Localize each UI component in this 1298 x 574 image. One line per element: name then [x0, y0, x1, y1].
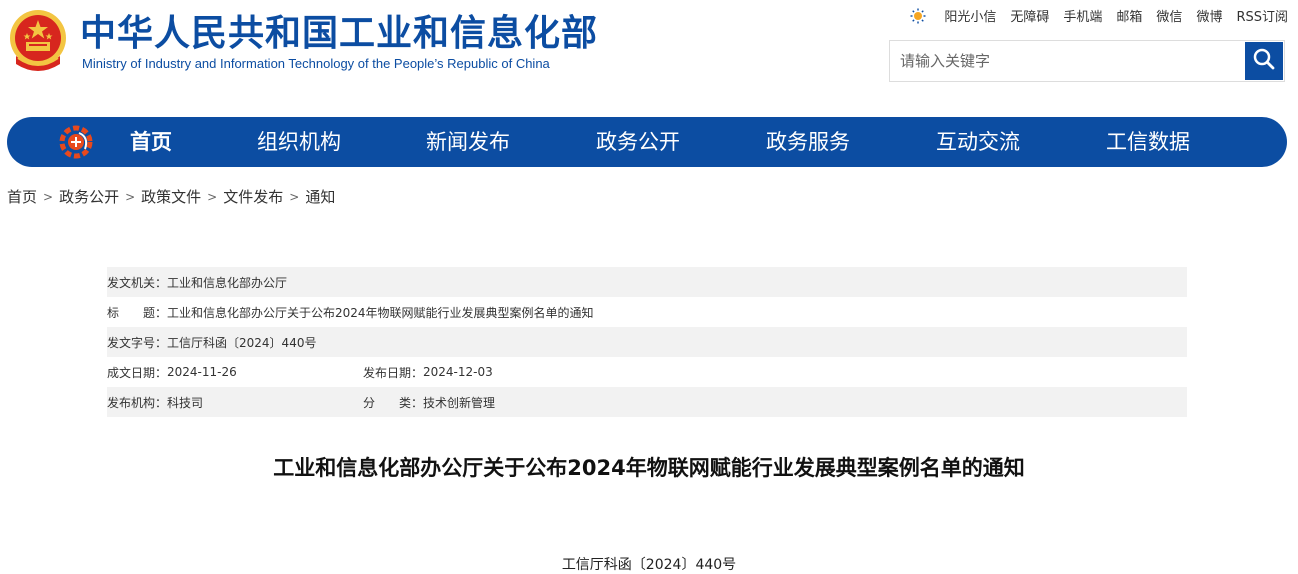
published-date-label: 发布日期： [363, 365, 424, 380]
issuer-label: 发文机关： [107, 275, 168, 290]
published-date-value: 2024-12-03 [423, 365, 493, 379]
issuer-value: 工业和信息化部办公厅 [167, 275, 288, 290]
nav-news[interactable]: 新闻发布 [426, 117, 510, 167]
category-value: 技术创新管理 [423, 395, 496, 410]
category-label: 分 类： [363, 395, 424, 410]
breadcrumb: 首页 > 政务公开 > 政策文件 > 文件发布 > 通知 [7, 186, 335, 207]
site-title: 中华人民共和国工业和信息化部 [80, 13, 599, 54]
org-label: 发布机构： [107, 395, 168, 410]
link-rss[interactable]: RSS订阅 [1236, 6, 1288, 25]
link-sunshine[interactable]: 阳光小信 [944, 6, 996, 25]
docno-value: 工信厅科函〔2024〕440号 [167, 335, 317, 350]
nav-home[interactable]: 首页 [130, 117, 172, 167]
main-nav: 首页 组织机构 新闻发布 政务公开 政务服务 互动交流 工信数据 [7, 117, 1287, 167]
search-button[interactable] [1245, 42, 1283, 80]
document-info-table: 发文机关： 工业和信息化部办公厅 标 题： 工业和信息化部办公厅关于公布2024… [107, 267, 1187, 417]
title-value: 工业和信息化部办公厅关于公布2024年物联网赋能行业发展典型案例名单的通知 [167, 305, 594, 320]
info-row-dates: 成文日期： 2024-11-26 发布日期： 2024-12-03 [107, 357, 1187, 387]
created-date-label: 成文日期： [107, 365, 168, 380]
link-wechat[interactable]: 微信 [1156, 6, 1182, 25]
info-row-issuer: 发文机关： 工业和信息化部办公厅 [107, 267, 1187, 297]
search-icon [1252, 47, 1276, 75]
breadcrumb-government-affairs[interactable]: 政务公开 [59, 186, 119, 207]
chevron-right-icon: > [289, 189, 300, 204]
link-weibo[interactable]: 微博 [1196, 6, 1222, 25]
chevron-right-icon: > [125, 189, 136, 204]
breadcrumb-home[interactable]: 首页 [7, 186, 37, 207]
document-title: 工业和信息化部办公厅关于公布2024年物联网赋能行业发展典型案例名单的通知 [273, 456, 1025, 480]
info-row-docno: 发文字号： 工信厅科函〔2024〕440号 [107, 327, 1187, 357]
link-mobile[interactable]: 手机端 [1063, 6, 1102, 25]
link-accessibility[interactable]: 无障碍 [1010, 6, 1049, 25]
title-label: 标 题： [107, 305, 168, 320]
search-input[interactable] [890, 41, 1245, 81]
nav-interaction[interactable]: 互动交流 [936, 117, 1020, 167]
site-title-english: Ministry of Industry and Information Tec… [82, 56, 550, 71]
top-links: 阳光小信 无障碍 手机端 邮箱 微信 微博 RSS订阅 [910, 6, 1288, 25]
breadcrumb-document-release[interactable]: 文件发布 [223, 186, 283, 207]
link-mailbox[interactable]: 邮箱 [1116, 6, 1142, 25]
breadcrumb-policy-documents[interactable]: 政策文件 [141, 186, 201, 207]
chevron-right-icon: > [207, 189, 218, 204]
national-emblem-icon [8, 8, 68, 76]
docno-label: 发文字号： [107, 335, 168, 350]
ministry-logo-icon [59, 125, 93, 159]
breadcrumb-notice[interactable]: 通知 [305, 186, 335, 207]
info-row-org: 发布机构： 科技司 分 类： 技术创新管理 [107, 387, 1187, 417]
nav-organization[interactable]: 组织机构 [257, 117, 341, 167]
document-number: 工信厅科函〔2024〕440号 [561, 557, 737, 573]
sun-icon [910, 8, 926, 24]
org-value: 科技司 [167, 395, 204, 410]
nav-data[interactable]: 工信数据 [1106, 117, 1190, 167]
nav-government-services[interactable]: 政务服务 [766, 117, 850, 167]
created-date-value: 2024-11-26 [167, 365, 237, 379]
info-row-title: 标 题： 工业和信息化部办公厅关于公布2024年物联网赋能行业发展典型案例名单的… [107, 297, 1187, 327]
nav-government-affairs[interactable]: 政务公开 [596, 117, 680, 167]
search-box [889, 40, 1285, 82]
chevron-right-icon: > [43, 189, 54, 204]
